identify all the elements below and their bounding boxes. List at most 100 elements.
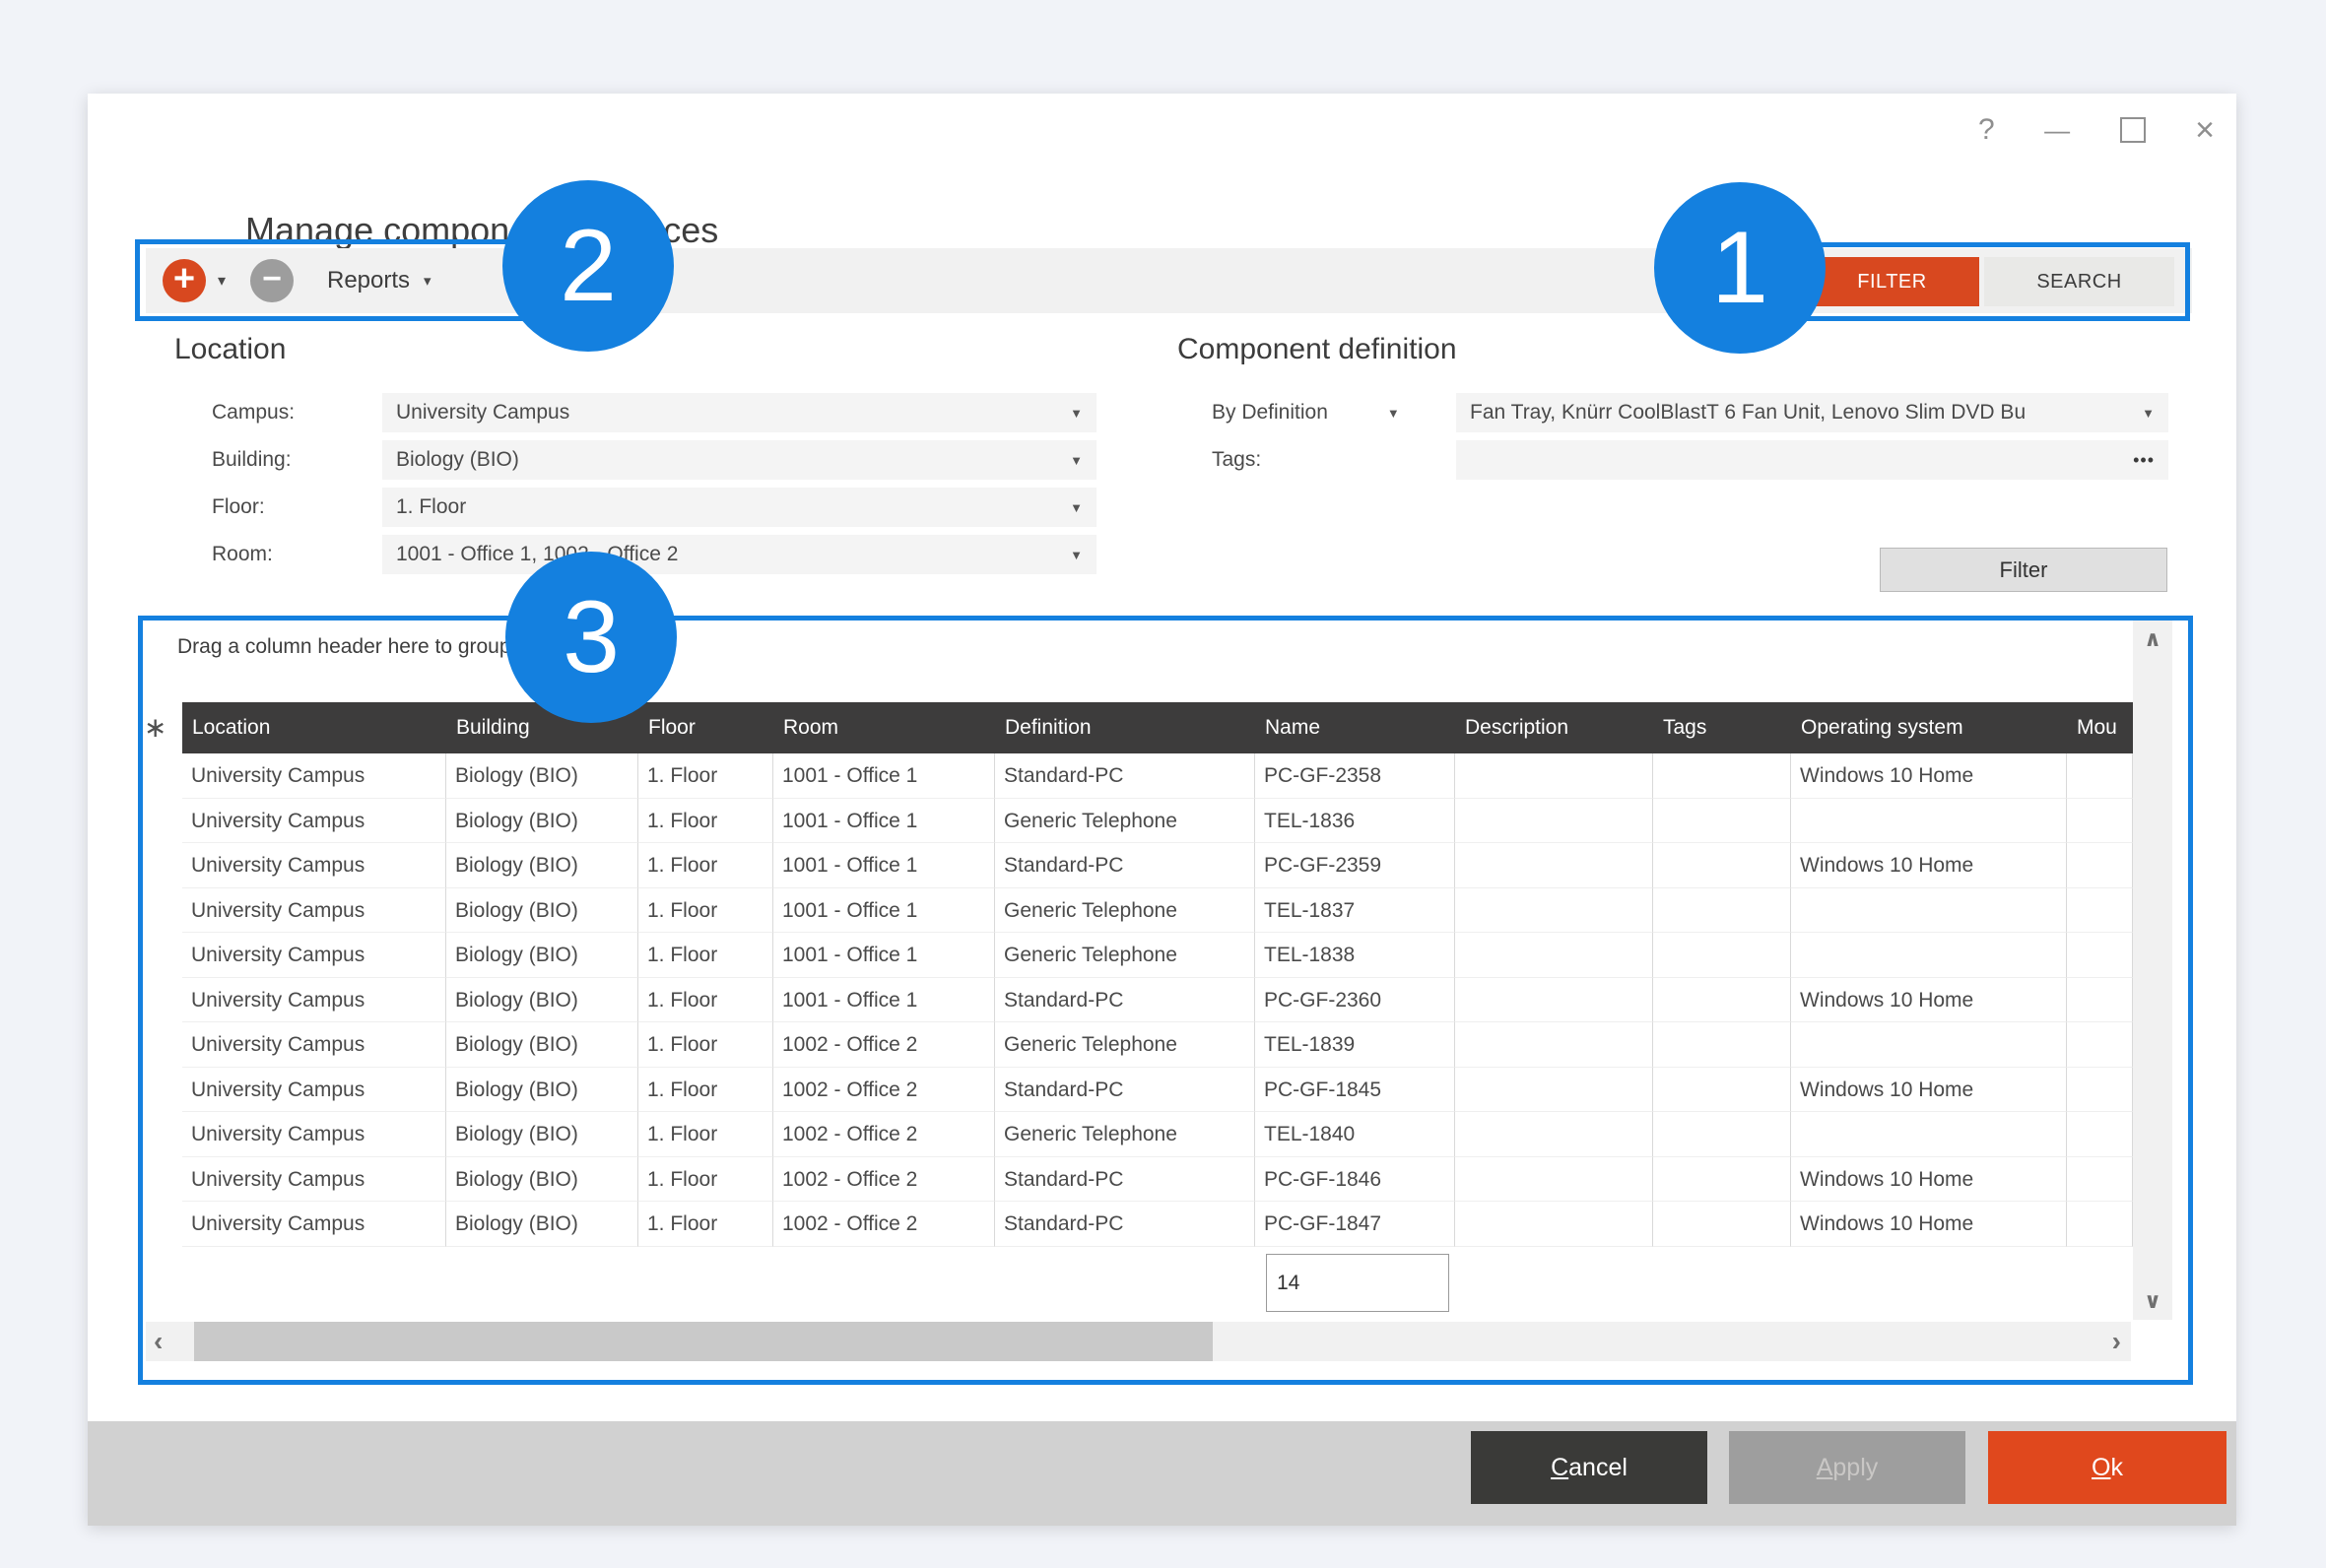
- cell-floor[interactable]: 1. Floor: [638, 978, 773, 1023]
- cell-name[interactable]: TEL-1837: [1255, 888, 1455, 934]
- cell-description[interactable]: [1455, 933, 1653, 978]
- table-row[interactable]: University CampusBiology (BIO)1. Floor10…: [182, 1022, 2133, 1068]
- tags-field[interactable]: •••: [1456, 440, 2168, 480]
- cell-location[interactable]: University Campus: [182, 843, 446, 888]
- cell-room[interactable]: 1002 - Office 2: [773, 1157, 995, 1203]
- cell-room[interactable]: 1002 - Office 2: [773, 1022, 995, 1068]
- cell-room[interactable]: 1001 - Office 1: [773, 978, 995, 1023]
- column-header-definition[interactable]: Definition: [995, 702, 1255, 753]
- cell-definition[interactable]: Generic Telephone: [995, 933, 1255, 978]
- cell-room[interactable]: 1001 - Office 1: [773, 888, 995, 934]
- cell-building[interactable]: Biology (BIO): [446, 1112, 638, 1157]
- reports-menu[interactable]: Reports ▾: [327, 248, 432, 313]
- close-icon[interactable]: ×: [2195, 111, 2215, 150]
- add-dropdown-caret-icon[interactable]: ▾: [218, 271, 226, 291]
- filter-button[interactable]: Filter: [1880, 548, 2167, 592]
- cell-description[interactable]: [1455, 1022, 1653, 1068]
- cell-tags[interactable]: [1653, 1112, 1791, 1157]
- cell-location[interactable]: University Campus: [182, 1112, 446, 1157]
- cell-mounting[interactable]: [2067, 1022, 2133, 1068]
- cell-room[interactable]: 1001 - Office 1: [773, 753, 995, 799]
- cell-building[interactable]: Biology (BIO): [446, 978, 638, 1023]
- cell-os[interactable]: [1791, 1022, 2067, 1068]
- column-header-mounting[interactable]: Mou: [2067, 702, 2133, 753]
- cell-room[interactable]: 1002 - Office 2: [773, 1112, 995, 1157]
- cell-definition[interactable]: Generic Telephone: [995, 799, 1255, 844]
- cell-room[interactable]: 1002 - Office 2: [773, 1068, 995, 1113]
- cell-os[interactable]: Windows 10 Home: [1791, 753, 2067, 799]
- cell-mounting[interactable]: [2067, 1157, 2133, 1203]
- cell-os[interactable]: [1791, 1112, 2067, 1157]
- cell-building[interactable]: Biology (BIO): [446, 843, 638, 888]
- cell-name[interactable]: PC-GF-1845: [1255, 1068, 1455, 1113]
- cell-building[interactable]: Biology (BIO): [446, 1022, 638, 1068]
- table-row[interactable]: University CampusBiology (BIO)1. Floor10…: [182, 1157, 2133, 1203]
- column-header-name[interactable]: Name: [1255, 702, 1455, 753]
- column-header-room[interactable]: Room: [773, 702, 995, 753]
- cell-name[interactable]: TEL-1838: [1255, 933, 1455, 978]
- cell-definition[interactable]: Standard-PC: [995, 1068, 1255, 1113]
- column-header-floor[interactable]: Floor: [638, 702, 773, 753]
- cell-name[interactable]: PC-GF-2360: [1255, 978, 1455, 1023]
- help-icon[interactable]: ?: [1978, 113, 1995, 147]
- cell-os[interactable]: [1791, 933, 2067, 978]
- cell-definition[interactable]: Generic Telephone: [995, 1022, 1255, 1068]
- cell-floor[interactable]: 1. Floor: [638, 1157, 773, 1203]
- cell-mounting[interactable]: [2067, 933, 2133, 978]
- table-row[interactable]: University CampusBiology (BIO)1. Floor10…: [182, 978, 2133, 1023]
- table-row[interactable]: University CampusBiology (BIO)1. Floor10…: [182, 1068, 2133, 1113]
- cell-description[interactable]: [1455, 1068, 1653, 1113]
- column-header-os[interactable]: Operating system: [1791, 702, 2067, 753]
- cell-tags[interactable]: [1653, 933, 1791, 978]
- filter-tab-button[interactable]: FILTER: [1805, 257, 1979, 306]
- cell-location[interactable]: University Campus: [182, 799, 446, 844]
- cell-definition[interactable]: Standard-PC: [995, 978, 1255, 1023]
- add-button[interactable]: +: [163, 259, 206, 302]
- maximize-icon[interactable]: [2120, 117, 2146, 143]
- cell-mounting[interactable]: [2067, 1112, 2133, 1157]
- cell-tags[interactable]: [1653, 799, 1791, 844]
- column-header-location[interactable]: Location: [182, 702, 446, 753]
- cell-name[interactable]: PC-GF-1846: [1255, 1157, 1455, 1203]
- cell-tags[interactable]: [1653, 843, 1791, 888]
- cell-name[interactable]: PC-GF-2359: [1255, 843, 1455, 888]
- cell-definition[interactable]: Generic Telephone: [995, 1112, 1255, 1157]
- floor-dropdown[interactable]: 1. Floor ▼: [382, 488, 1097, 527]
- by-definition-dropdown[interactable]: By Definition ▼: [1212, 393, 1400, 432]
- table-row[interactable]: University CampusBiology (BIO)1. Floor10…: [182, 1112, 2133, 1157]
- cell-tags[interactable]: [1653, 1202, 1791, 1247]
- cell-location[interactable]: University Campus: [182, 753, 446, 799]
- cell-floor[interactable]: 1. Floor: [638, 799, 773, 844]
- scroll-left-icon[interactable]: ‹: [154, 1322, 163, 1361]
- cell-building[interactable]: Biology (BIO): [446, 888, 638, 934]
- table-row[interactable]: University CampusBiology (BIO)1. Floor10…: [182, 753, 2133, 799]
- cell-floor[interactable]: 1. Floor: [638, 1022, 773, 1068]
- cell-building[interactable]: Biology (BIO): [446, 1157, 638, 1203]
- cell-definition[interactable]: Standard-PC: [995, 843, 1255, 888]
- cell-tags[interactable]: [1653, 1022, 1791, 1068]
- cell-description[interactable]: [1455, 1157, 1653, 1203]
- ellipsis-icon[interactable]: •••: [2133, 450, 2155, 471]
- cell-mounting[interactable]: [2067, 1068, 2133, 1113]
- cell-floor[interactable]: 1. Floor: [638, 888, 773, 934]
- cell-location[interactable]: University Campus: [182, 1068, 446, 1113]
- cell-room[interactable]: 1001 - Office 1: [773, 843, 995, 888]
- cell-tags[interactable]: [1653, 978, 1791, 1023]
- scroll-up-icon[interactable]: ∧: [2133, 626, 2172, 652]
- cell-building[interactable]: Biology (BIO): [446, 799, 638, 844]
- search-tab-button[interactable]: SEARCH: [1984, 257, 2174, 306]
- cell-floor[interactable]: 1. Floor: [638, 753, 773, 799]
- cell-floor[interactable]: 1. Floor: [638, 1068, 773, 1113]
- cell-os[interactable]: Windows 10 Home: [1791, 843, 2067, 888]
- cell-building[interactable]: Biology (BIO): [446, 753, 638, 799]
- apply-button[interactable]: Apply: [1729, 1431, 1965, 1504]
- cancel-button[interactable]: Cancel: [1471, 1431, 1707, 1504]
- cell-room[interactable]: 1001 - Office 1: [773, 933, 995, 978]
- cell-floor[interactable]: 1. Floor: [638, 843, 773, 888]
- column-header-tags[interactable]: Tags: [1653, 702, 1791, 753]
- scroll-down-icon[interactable]: ∨: [2133, 1288, 2172, 1314]
- cell-os[interactable]: Windows 10 Home: [1791, 1068, 2067, 1113]
- cell-name[interactable]: TEL-1839: [1255, 1022, 1455, 1068]
- table-row[interactable]: University CampusBiology (BIO)1. Floor10…: [182, 799, 2133, 844]
- scroll-right-icon[interactable]: ›: [2112, 1322, 2121, 1361]
